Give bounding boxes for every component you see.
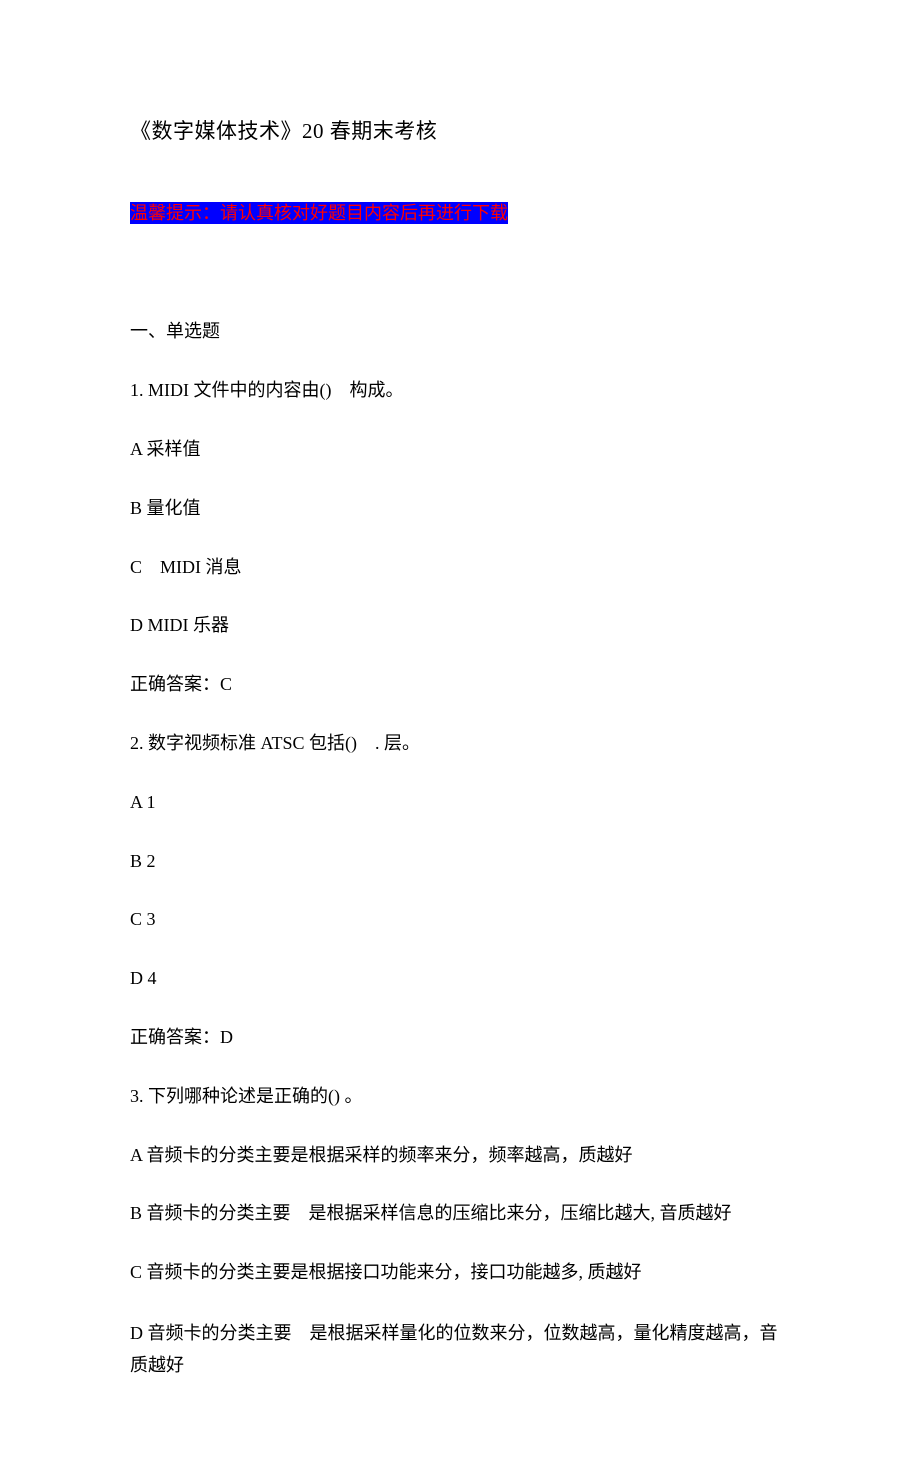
highlighted-notice: 温馨提示：请认真核对好题目内容后再进行下载 [130, 202, 508, 224]
q1-option-b: B 量化值 [130, 494, 790, 523]
q3-option-a: A 音频卡的分类主要是根据采样的频率来分，频率越高，质越好 [130, 1141, 790, 1170]
question-1: 1. MIDI 文件中的内容由() 构成。 A 采样值 B 量化值 C MIDI… [130, 376, 790, 699]
q3-option-c: C 音频卡的分类主要是根据接口功能来分，接口功能越多, 质越好 [130, 1258, 790, 1287]
question-3: 3. 下列哪种论述是正确的() 。 A 音频卡的分类主要是根据采样的频率来分，频… [130, 1082, 790, 1382]
q1-answer: 正确答案：C [130, 670, 790, 699]
q2-answer: 正确答案：D [130, 1023, 790, 1052]
question-2: 2. 数字视频标准 ATSC 包括() . 层。 A 1 B 2 C 3 D 4… [130, 729, 790, 1052]
section-header: 一、单选题 [130, 317, 790, 346]
q2-option-b: B 2 [130, 847, 790, 876]
q1-option-d: D MIDI 乐器 [130, 611, 790, 640]
q2-option-a: A 1 [130, 788, 790, 817]
q2-option-c: C 3 [130, 905, 790, 934]
notice-wrapper: 温馨提示：请认真核对好题目内容后再进行下载 [130, 199, 790, 228]
q1-question-text: 1. MIDI 文件中的内容由() 构成。 [130, 376, 790, 405]
document-title: 《数字媒体技术》20 春期末考核 [130, 115, 790, 149]
q2-option-d: D 4 [130, 964, 790, 993]
q3-option-d: D 音频卡的分类主要 是根据采样量化的位数来分，位数越高，量化精度越高，音质越好 [130, 1317, 790, 1382]
q1-option-c: C MIDI 消息 [130, 553, 790, 582]
q3-option-b: B 音频卡的分类主要 是根据采样信息的压缩比来分，压缩比越大, 音质越好 [130, 1199, 790, 1228]
q1-option-a: A 采样值 [130, 435, 790, 464]
q2-question-text: 2. 数字视频标准 ATSC 包括() . 层。 [130, 729, 790, 758]
q3-question-text: 3. 下列哪种论述是正确的() 。 [130, 1082, 790, 1111]
